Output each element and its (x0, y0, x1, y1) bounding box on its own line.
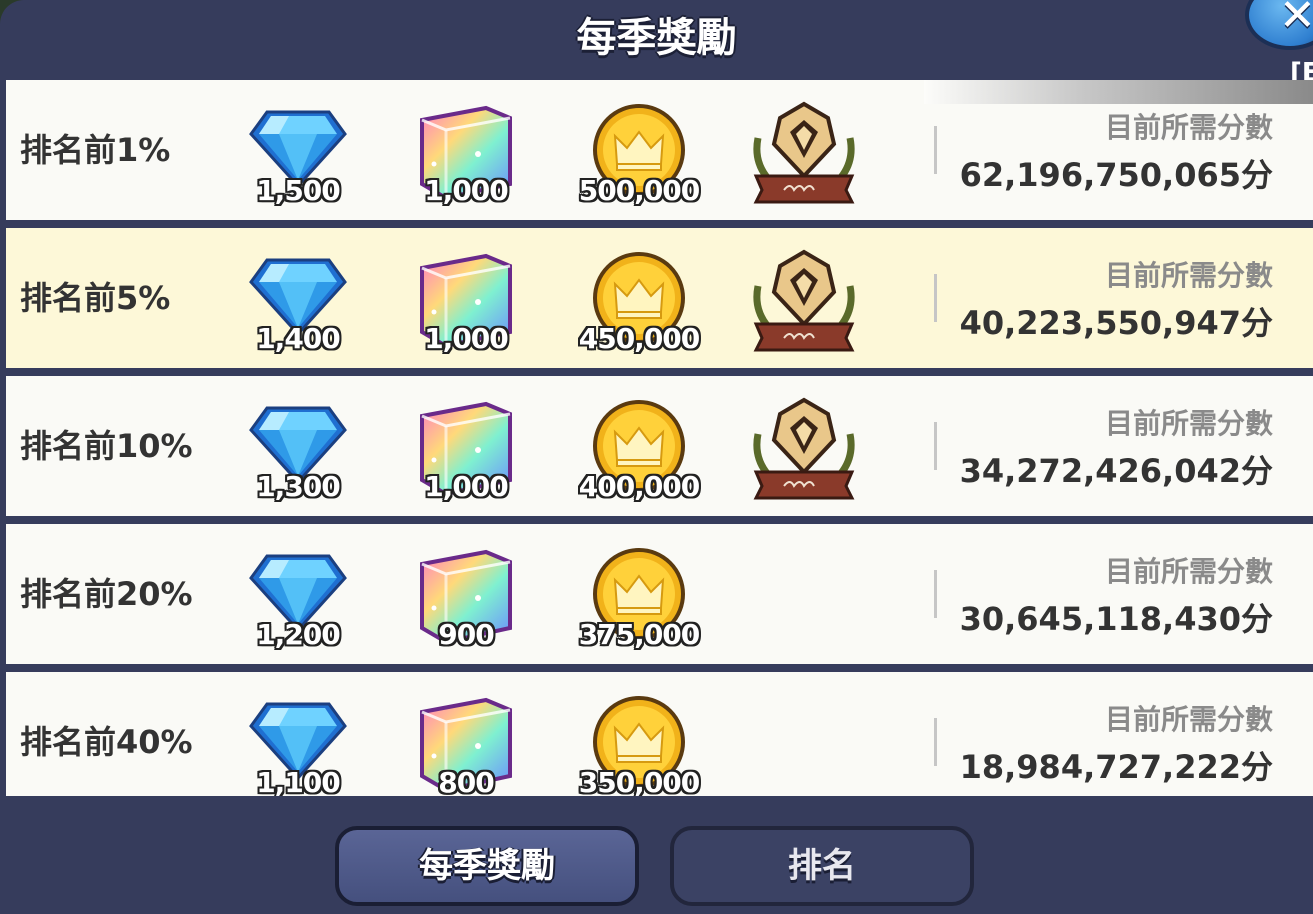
coin-reward: 400,000 (579, 376, 700, 516)
coin-quantity: 350,000 (578, 766, 701, 796)
reward-row: 排名前20% 1,200 900 375,000 目前所需分數 30,645,1… (6, 524, 1313, 664)
coin-reward: 500,000 (579, 80, 700, 220)
required-score-label: 目前所需分數 (1104, 555, 1273, 588)
gem-reward: 1,100 (238, 672, 358, 796)
required-score-value: 62,196,750,065分 (959, 156, 1273, 194)
cube-reward: 800 (406, 672, 526, 796)
gem-reward: 1,300 (238, 376, 358, 516)
cube-reward: 1,000 (406, 228, 526, 368)
coin-reward: 450,000 (579, 228, 700, 368)
required-score-value: 34,272,426,042分 (959, 452, 1273, 490)
coin-quantity: 400,000 (578, 470, 701, 503)
gem-quantity: 1,500 (256, 174, 341, 207)
cube-reward: 1,000 (406, 80, 526, 220)
panel-title: 每季獎勵 (576, 15, 737, 61)
cube-reward: 1,000 (406, 376, 526, 516)
gem-reward: 1,500 (238, 80, 358, 220)
row-divider (934, 126, 937, 174)
cube-quantity: 900 (438, 618, 494, 651)
required-score-value: 30,645,118,430分 (959, 600, 1273, 638)
reward-row: 排名前40% 1,100 800 350,000 目前所需分數 18,984,7… (6, 672, 1313, 796)
coin-quantity: 450,000 (578, 322, 701, 355)
cube-quantity: 1,000 (424, 470, 509, 503)
cube-reward: 900 (406, 524, 526, 664)
required-score-label: 目前所需分數 (1104, 259, 1273, 292)
required-score-label: 目前所需分數 (1104, 703, 1273, 736)
tab-season-rewards[interactable]: 每季獎勵 (335, 826, 639, 906)
tab-ranking[interactable]: 排名 (670, 826, 974, 906)
cube-quantity: 800 (438, 766, 494, 796)
cube-quantity: 1,000 (424, 174, 509, 207)
rank-label: 排名前1% (20, 131, 171, 169)
gem-reward: 1,400 (238, 228, 358, 368)
gem-quantity: 1,200 (256, 618, 341, 651)
required-score-label: 目前所需分數 (1104, 111, 1273, 144)
season-rewards-panel: 每季獎勵 排名前1% 1,500 1,000 500,000 目前所需分數 62… (0, 0, 1313, 914)
reward-row: 排名前10% 1,300 1,000 400,000 目前所需分數 34,272… (6, 376, 1313, 516)
coin-quantity: 375,000 (578, 618, 701, 651)
laurel-badge-icon (753, 397, 855, 500)
badge-reward (744, 376, 864, 516)
row-divider (934, 718, 937, 766)
badge-reward (744, 80, 864, 220)
reward-row: 排名前5% 1,400 1,000 450,000 目前所需分數 40,223,… (6, 228, 1313, 368)
coin-quantity: 500,000 (578, 174, 701, 207)
required-score-label: 目前所需分數 (1104, 407, 1273, 440)
reward-list[interactable]: 排名前1% 1,500 1,000 500,000 目前所需分數 62,196,… (6, 80, 1313, 796)
close-icon: ✕ (1279, 0, 1313, 41)
coin-reward: 375,000 (579, 524, 700, 664)
rank-label: 排名前40% (20, 723, 193, 761)
gem-reward: 1,200 (238, 524, 358, 664)
scroll-indicator (924, 80, 1313, 104)
laurel-badge-icon (753, 249, 855, 352)
badge-reward (744, 228, 864, 368)
cube-quantity: 1,000 (424, 322, 509, 355)
bottom-bar (0, 796, 1313, 914)
gem-quantity: 1,100 (256, 766, 341, 796)
required-score-value: 18,984,727,222分 (959, 748, 1273, 786)
rank-label: 排名前10% (20, 427, 193, 465)
required-score-value: 40,223,550,947分 (959, 304, 1273, 342)
row-divider (934, 422, 937, 470)
rank-label: 排名前5% (20, 279, 171, 317)
laurel-badge-icon (753, 101, 855, 204)
row-divider (934, 274, 937, 322)
row-divider (934, 570, 937, 618)
gem-quantity: 1,300 (256, 470, 341, 503)
coin-reward: 350,000 (579, 672, 700, 796)
rank-label: 排名前20% (20, 575, 193, 613)
gem-quantity: 1,400 (256, 322, 341, 355)
